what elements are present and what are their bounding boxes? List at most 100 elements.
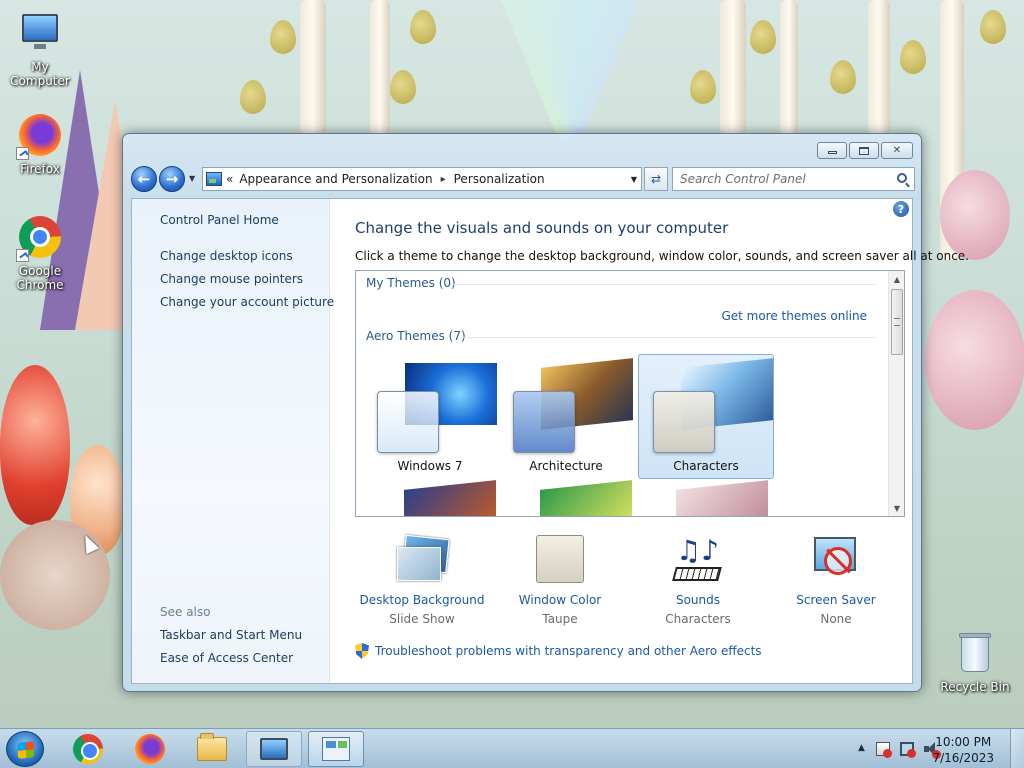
page-title: Change the visuals and sounds on your co… [355, 219, 729, 237]
folder-icon [197, 733, 227, 761]
minimize-button[interactable] [817, 142, 847, 159]
recent-pages-dropdown[interactable]: ▼ [189, 174, 195, 183]
desktop-icon-label: Google Chrome [16, 264, 64, 292]
theme-architecture[interactable]: Architecture [498, 354, 634, 479]
ease-of-access-link[interactable]: Ease of Access Center [160, 651, 293, 665]
wallpaper-leaf [270, 20, 296, 54]
show-hidden-icons-button[interactable]: ▲ [858, 743, 865, 753]
photo-stack-icon [394, 534, 450, 587]
back-button[interactable]: ← [131, 166, 157, 192]
taskbar: ▲ 10:00 PM 7/16/2023 [0, 728, 1024, 768]
clock[interactable]: 10:00 PM 7/16/2023 [932, 734, 994, 766]
theme-windows-7[interactable]: Windows 7 [362, 354, 498, 479]
setting-title[interactable]: Window Color [490, 593, 630, 607]
setting-value: Taupe [542, 612, 578, 626]
address-dropdown-icon[interactable]: ▼ [631, 175, 637, 184]
minimize-icon [827, 151, 837, 154]
desktop-icon-firefox[interactable]: Firefox [0, 112, 80, 176]
desktop-background-setting[interactable]: Desktop Background Slide Show [352, 534, 492, 626]
theme-next-row-preview[interactable] [676, 480, 768, 516]
task-pane: Control Panel Home Change desktop icons … [132, 199, 334, 683]
desktop-icon-label: Firefox [20, 162, 60, 176]
themes-list[interactable]: My Themes (0) Get more themes online Aer… [355, 270, 905, 517]
breadcrumb-overflow[interactable]: « [226, 172, 233, 186]
window-color-swatch [536, 535, 584, 583]
desktop-icon-label: My Computer [10, 60, 70, 88]
search-icon[interactable] [897, 173, 907, 183]
show-desktop-button[interactable] [1010, 729, 1024, 768]
desktop-icon-recycle-bin[interactable]: Recycle Bin [935, 630, 1015, 694]
chrome-icon [16, 214, 64, 262]
theme-next-row-preview[interactable] [404, 480, 496, 516]
setting-title[interactable]: Desktop Background [352, 593, 492, 607]
scroll-thumb[interactable] [891, 289, 903, 355]
refresh-button[interactable]: ⇄ [644, 167, 668, 191]
desktop-icon-google-chrome[interactable]: Google Chrome [0, 214, 80, 292]
troubleshoot-link[interactable]: Troubleshoot problems with transparency … [355, 643, 762, 659]
clock-date: 7/16/2023 [932, 751, 994, 765]
wallpaper-leaf [750, 20, 776, 54]
control-panel-home-link[interactable]: Control Panel Home [160, 213, 279, 227]
get-more-themes-link[interactable]: Get more themes online [721, 309, 867, 323]
wallpaper-leaf [410, 10, 436, 44]
theme-characters[interactable]: Characters [638, 354, 774, 479]
scroll-up-icon[interactable]: ▲ [889, 271, 904, 287]
change-account-picture-link[interactable]: Change your account picture [160, 295, 334, 309]
wallpaper-leaf [240, 80, 266, 114]
forward-button[interactable]: → [159, 166, 185, 192]
address-bar[interactable]: « Appearance and Personalization ▸ Perso… [202, 167, 642, 191]
action-center-flag-icon[interactable] [876, 742, 892, 758]
wallpaper-rainbow [501, 0, 639, 140]
search-placeholder: Search Control Panel [680, 172, 806, 186]
music-notes-icon: ♫♪ [670, 535, 726, 587]
start-button[interactable] [6, 731, 44, 767]
aero-themes-heading: Aero Themes (7) [366, 329, 466, 343]
help-icon[interactable]: ? [893, 201, 909, 217]
theme-name: Architecture [529, 459, 603, 473]
taskbar-firefox[interactable] [122, 731, 178, 767]
wallpaper-tree [720, 0, 746, 135]
taskbar-explorer[interactable] [184, 731, 240, 767]
theme-next-row-preview[interactable] [540, 480, 632, 516]
window-color-setting[interactable]: Window Color Taupe [490, 535, 630, 626]
wallpaper-leaf [980, 10, 1006, 44]
control-panel-icon [206, 172, 222, 186]
themes-scrollbar[interactable]: ▲ ▼ [888, 271, 904, 516]
close-button[interactable]: ✕ [881, 142, 913, 159]
taskbar-remote-desktop[interactable] [246, 731, 302, 767]
my-themes-heading: My Themes (0) [366, 276, 456, 290]
change-mouse-pointers-link[interactable]: Change mouse pointers [160, 272, 303, 286]
change-desktop-icons-link[interactable]: Change desktop icons [160, 249, 293, 263]
setting-title[interactable]: Screen Saver [766, 593, 906, 607]
scroll-down-icon[interactable]: ▼ [889, 500, 904, 516]
maximize-button[interactable] [849, 142, 879, 159]
setting-title[interactable]: Sounds [628, 593, 768, 607]
theme-preview [649, 358, 773, 453]
taskbar-chrome[interactable] [60, 731, 116, 767]
breadcrumb-appearance[interactable]: Appearance and Personalization [239, 172, 432, 186]
wallpaper-leaf [390, 70, 416, 104]
control-panel-icon [322, 737, 350, 761]
search-input[interactable]: Search Control Panel [672, 167, 915, 191]
chevron-down-icon: ▼ [189, 174, 196, 183]
wallpaper-tree [370, 0, 390, 135]
uac-shield-icon [355, 643, 369, 659]
screen-saver-setting[interactable]: Screen Saver None [766, 535, 906, 626]
breadcrumb-separator-icon[interactable]: ▸ [441, 174, 446, 185]
close-icon: ✕ [892, 145, 902, 156]
desktop-icon-my-computer[interactable]: My Computer [0, 10, 80, 88]
refresh-icon: ⇄ [650, 172, 662, 186]
window-glass-preview [513, 391, 575, 453]
network-icon[interactable] [900, 742, 916, 758]
sounds-setting[interactable]: ♫♪ Sounds Characters [628, 535, 768, 627]
breadcrumb-personalization[interactable]: Personalization [454, 172, 545, 186]
maximize-icon [859, 146, 869, 155]
troubleshoot-link-text[interactable]: Troubleshoot problems with transparency … [375, 644, 762, 658]
taskbar-start-menu-link[interactable]: Taskbar and Start Menu [160, 628, 302, 642]
monitor-icon [260, 738, 288, 760]
wallpaper-tree [300, 0, 326, 135]
navigation-bar: ← → ▼ « Appearance and Personalization ▸… [131, 166, 915, 192]
recycle-bin-icon [951, 630, 999, 678]
taskbar-control-panel[interactable] [308, 731, 364, 767]
desktop-icon-label: Recycle Bin [940, 680, 1010, 694]
